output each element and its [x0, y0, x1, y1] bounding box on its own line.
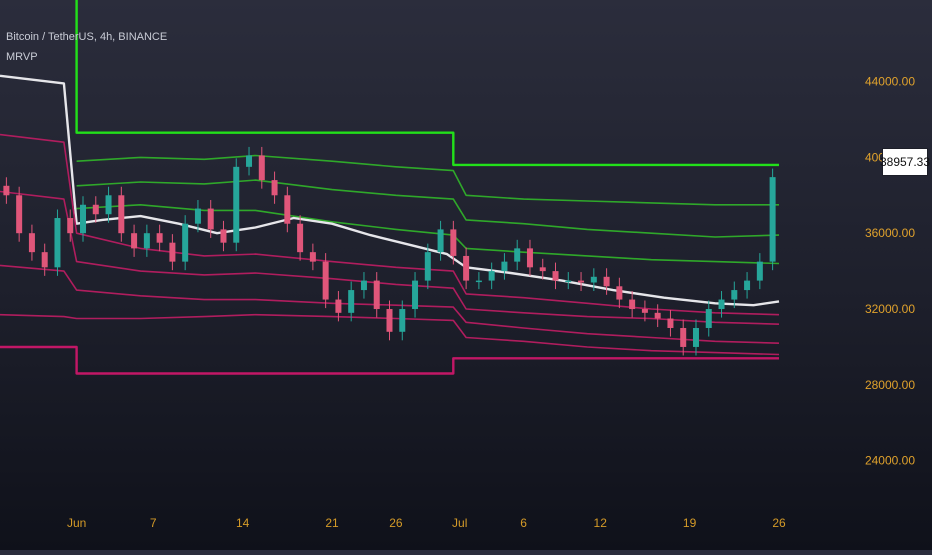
price-chart[interactable]: 44000.0040000.0036000.0032000.0028000.00…	[0, 0, 932, 550]
candle-body	[67, 218, 74, 234]
candle-body	[756, 261, 763, 281]
y-tick-label: 32000.00	[865, 302, 915, 316]
candle-body	[654, 312, 661, 319]
candle-body	[641, 309, 648, 313]
x-tick-label: 14	[236, 516, 250, 530]
candle-body	[207, 208, 214, 230]
candle-body	[539, 267, 546, 272]
candle-body	[578, 280, 585, 283]
candle-body	[118, 195, 125, 234]
chart-header: Bitcoin / TetherUS, 4h, BINANCE MRVP	[6, 27, 167, 67]
candle-body	[92, 204, 99, 215]
candle-body	[322, 261, 329, 300]
band-line-upper_band_4	[75, 0, 779, 167]
candle-body	[297, 223, 304, 253]
band-line-lower_band_1	[0, 133, 780, 316]
candle-body	[437, 229, 444, 253]
candle-body	[565, 280, 572, 283]
candle-body	[41, 252, 48, 268]
chart-area[interactable]: 44000.0040000.0036000.0032000.0028000.00…	[0, 0, 932, 550]
candle-body	[169, 242, 176, 262]
y-tick-label: 28000.00	[865, 378, 915, 392]
x-tick-label: 12	[594, 516, 608, 530]
candle-body	[348, 290, 355, 313]
candle-body	[258, 155, 265, 181]
y-tick-label: 24000.00	[865, 454, 915, 468]
x-tick-label: 26	[772, 516, 786, 530]
candle-body	[194, 208, 201, 224]
candle-body	[705, 309, 712, 328]
x-tick-label: 7	[150, 516, 157, 530]
candle-body	[526, 248, 533, 268]
candle-body	[488, 271, 495, 281]
candle-body	[616, 286, 623, 300]
x-tick-label: 6	[520, 516, 527, 530]
candle-body	[680, 327, 687, 347]
candle-body	[514, 248, 521, 262]
indicator-label[interactable]: MRVP	[6, 47, 167, 67]
x-tick-label: 26	[389, 516, 403, 530]
candle-body	[246, 155, 253, 167]
y-tick-label: 36000.00	[865, 226, 915, 240]
candle-body	[182, 223, 189, 262]
candle-body	[143, 233, 150, 249]
candle-body	[603, 276, 610, 287]
candle-body	[386, 309, 393, 332]
candle-body	[731, 290, 738, 300]
candle-body	[284, 195, 291, 224]
candle-body	[233, 166, 240, 243]
candle-body	[80, 204, 87, 234]
candle-body	[3, 185, 10, 196]
candle-body	[271, 180, 278, 196]
candle-body	[424, 252, 431, 281]
y-tick-label: 44000.00	[865, 75, 915, 89]
x-tick-label: 19	[683, 516, 697, 530]
candle-body	[399, 309, 406, 332]
candle-body	[360, 280, 367, 291]
candle-body	[475, 280, 482, 283]
candle-body	[28, 233, 35, 253]
candle-body	[629, 299, 636, 310]
candle-body	[156, 233, 163, 243]
candle-body	[220, 229, 227, 243]
candle-body	[412, 280, 419, 310]
candle-body	[744, 280, 751, 291]
candle-body	[692, 327, 699, 347]
candle-body	[373, 280, 380, 310]
last-price-label: 38957.33	[880, 148, 930, 176]
candle-body	[667, 318, 674, 328]
symbol-title: Bitcoin / TetherUS, 4h, BINANCE	[6, 31, 168, 43]
candle-body	[105, 195, 112, 215]
x-tick-label: Jul	[452, 516, 467, 530]
candle-body	[552, 271, 559, 281]
candle-body	[335, 299, 342, 313]
candle-body	[590, 276, 597, 283]
candle-body	[463, 255, 470, 281]
candle-body	[131, 233, 138, 249]
candle-body	[54, 218, 61, 268]
candle-body	[501, 261, 508, 272]
x-tick-label: Jun	[67, 516, 86, 530]
candle-body	[718, 299, 725, 310]
candle-body	[309, 252, 316, 262]
candle-body	[769, 177, 776, 262]
x-tick-label: 21	[325, 516, 339, 530]
band-line-vwap	[0, 74, 780, 307]
candle-body	[450, 229, 457, 256]
candle-body	[16, 195, 23, 234]
